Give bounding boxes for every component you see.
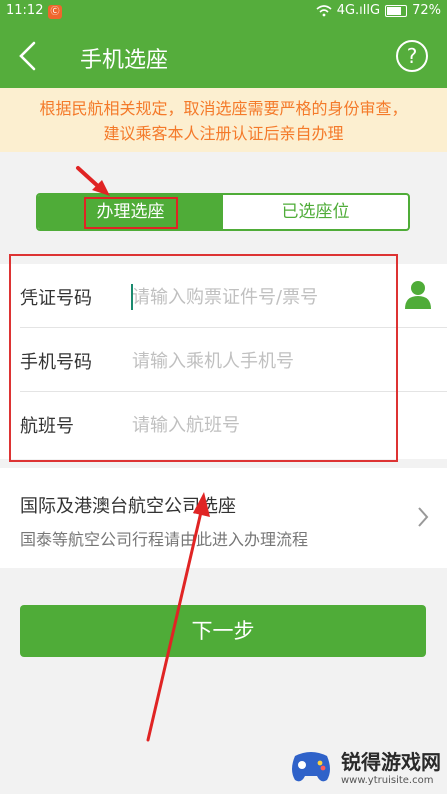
person-icon[interactable] — [403, 278, 433, 310]
battery-icon — [385, 4, 408, 17]
status-bar: 11:12 Ⓒ 4G.ıllG 72% — [0, 0, 447, 24]
battery-level: 72% — [412, 3, 441, 18]
notification-icon: Ⓒ — [48, 5, 62, 19]
watermark-name: 锐得游戏网 — [341, 750, 441, 774]
status-right: 4G.ıllG 72% — [316, 3, 441, 18]
wifi-icon — [316, 4, 332, 16]
signal-text: 4G.ıllG — [336, 3, 381, 18]
status-time: 11:12 — [6, 3, 44, 18]
notice-banner: 根据民航相关规定，取消选座需要严格的身份审查， 建议乘客本人注册认证后亲自办理 — [0, 88, 447, 152]
page-title: 手机选座 — [80, 48, 169, 73]
intl-title: 国际及港澳台航空公司选座 — [20, 496, 236, 517]
gamepad-logo-icon — [292, 752, 330, 782]
intl-airline-entry[interactable]: 国际及港澳台航空公司选座 国泰等航空公司行程请由此进入办理流程 — [0, 468, 447, 568]
back-arrow-icon[interactable] — [14, 40, 44, 72]
watermark: 锐得游戏网 www.ytruisite.com — [287, 744, 441, 788]
annotation-box-form — [9, 254, 398, 462]
notice-line-2: 建议乘客本人注册认证后亲自办理 — [103, 124, 344, 143]
chevron-right-icon — [418, 507, 429, 527]
intl-subtitle: 国泰等航空公司行程请由此进入办理流程 — [20, 530, 309, 549]
next-step-button[interactable]: 下一步 — [20, 605, 426, 657]
help-icon[interactable]: ? — [396, 40, 428, 72]
annotation-box-tab — [84, 197, 178, 229]
tab-selected-seats[interactable]: 已选座位 — [223, 195, 408, 229]
title-bar: 手机选座 ? — [0, 24, 447, 88]
watermark-url: www.ytruisite.com — [341, 775, 434, 786]
notice-line-1: 根据民航相关规定，取消选座需要严格的身份审查， — [39, 99, 408, 118]
